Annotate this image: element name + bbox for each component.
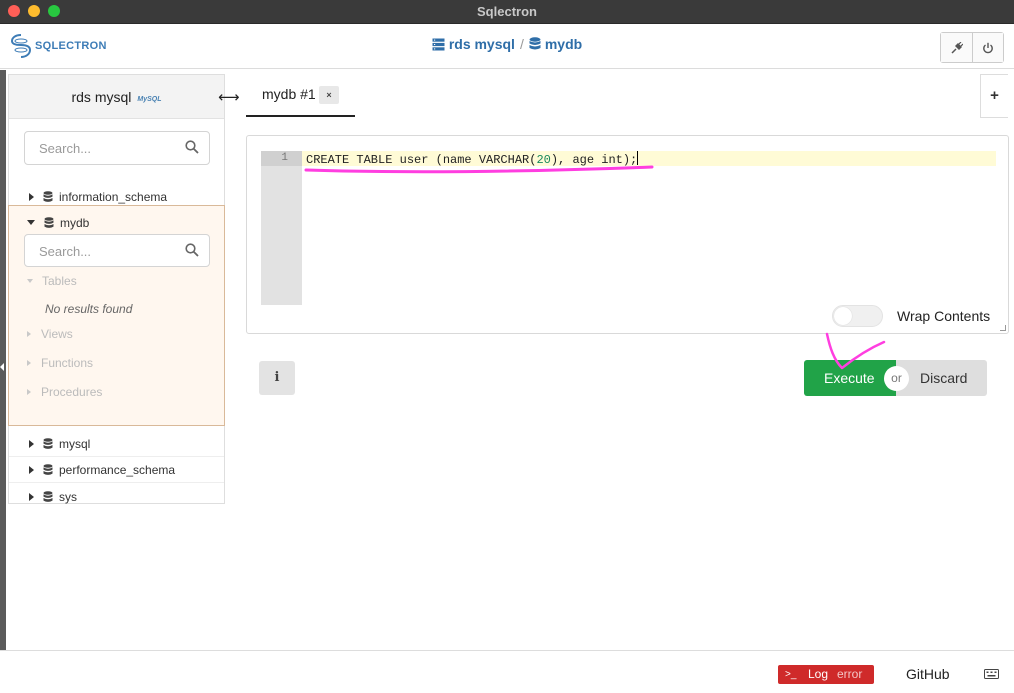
database-name: mydb	[60, 215, 90, 230]
disconnect-button[interactable]	[941, 33, 972, 62]
expand-caret-icon	[27, 360, 31, 366]
breadcrumb-database[interactable]: mydb	[545, 36, 582, 52]
database-icon	[43, 464, 53, 475]
sidebar-server-header: rds mysql MySQL	[9, 75, 224, 119]
search-placeholder: Search...	[39, 141, 92, 156]
add-tab-button[interactable]: +	[980, 74, 1008, 118]
database-name: performance_schema	[59, 463, 176, 477]
code-line[interactable]: CREATE TABLE user (name VARCHAR(20), age…	[302, 151, 996, 167]
sidebar-collapse-bar[interactable]	[0, 70, 6, 650]
database-item-selected[interactable]: mydb	[9, 210, 224, 235]
breadcrumb-server[interactable]: rds mysql	[449, 36, 515, 52]
tab-query[interactable]: mydb #1 ×	[246, 74, 355, 117]
keyboard-icon[interactable]	[984, 669, 999, 679]
database-search-input[interactable]: Search...	[24, 131, 210, 165]
discard-button[interactable]: Discard	[896, 360, 987, 396]
wrap-toggle[interactable]	[832, 305, 883, 327]
database-icon	[529, 37, 541, 50]
section-tables[interactable]: Tables	[27, 274, 77, 288]
database-name: mysql	[59, 437, 91, 451]
database-item[interactable]: performance_schema	[9, 458, 224, 483]
database-name: sys	[59, 489, 77, 504]
database-icon	[43, 191, 53, 202]
log-button[interactable]: >_ Log error	[778, 665, 874, 684]
database-icon	[43, 490, 53, 502]
line-number: 1	[261, 151, 302, 166]
expand-caret-icon[interactable]	[29, 440, 34, 448]
query-tab-bar: mydb #1 × +	[246, 74, 1008, 118]
database-item[interactable]: sys	[9, 484, 224, 509]
search-icon	[185, 140, 199, 154]
breadcrumb-separator: /	[519, 36, 524, 52]
expand-caret-icon[interactable]	[29, 193, 34, 201]
log-status: error	[837, 667, 863, 681]
log-label: Log	[808, 667, 829, 681]
query-editor[interactable]: 1 CREATE TABLE user (name VARCHAR(20), a…	[246, 135, 1009, 334]
app-header: SQLECTRON rds mysql / mydb	[0, 24, 1014, 69]
table-search-input[interactable]: Search...	[24, 234, 210, 267]
database-name: information_schema	[59, 190, 168, 204]
server-icon	[432, 38, 445, 51]
section-label: Functions	[41, 356, 94, 370]
mysql-logo: MySQL	[137, 96, 162, 103]
code-text-end: ), age int);	[550, 153, 638, 167]
code-number: 20	[536, 153, 551, 167]
section-procedures[interactable]: Procedures	[27, 385, 102, 399]
line-gutter: 1	[261, 151, 302, 305]
or-separator: or	[884, 366, 909, 391]
title-bar: Sqlectron	[0, 0, 1014, 24]
sidebar-server-name: rds mysql	[71, 88, 132, 105]
search-icon	[185, 243, 199, 257]
section-label: Tables	[42, 274, 77, 288]
code-text: CREATE TABLE user (name VARCHAR(	[306, 153, 537, 167]
expand-caret-icon	[27, 389, 31, 395]
info-button[interactable]: i	[259, 361, 295, 395]
window-title: Sqlectron	[477, 4, 537, 19]
github-link[interactable]: GitHub	[906, 666, 950, 682]
power-icon	[983, 42, 993, 53]
wrap-contents-label: Wrap Contents	[897, 308, 991, 324]
section-functions[interactable]: Functions	[27, 356, 93, 370]
text-cursor	[637, 151, 639, 165]
close-tab-button[interactable]: ×	[319, 86, 339, 104]
terminal-icon: >_	[785, 669, 797, 680]
empty-message: No results found	[45, 302, 133, 316]
database-sidebar: rds mysql MySQL Search... information_sc…	[8, 74, 225, 504]
expand-caret-icon[interactable]	[29, 492, 34, 501]
section-label: Views	[41, 327, 73, 341]
section-label: Procedures	[41, 385, 103, 399]
database-item[interactable]: mysql	[9, 432, 224, 457]
section-views[interactable]: Views	[27, 327, 73, 341]
plug-icon	[950, 41, 963, 54]
editor-resize-handle-icon[interactable]	[1000, 325, 1006, 331]
database-icon	[44, 216, 54, 228]
database-icon	[43, 438, 53, 449]
collapse-arrow-icon[interactable]	[0, 363, 4, 371]
power-button[interactable]	[972, 33, 1003, 62]
header-button-group	[940, 32, 1004, 63]
tab-label: mydb #1	[262, 86, 316, 102]
collapse-caret-icon	[27, 279, 33, 283]
expand-caret-icon	[27, 331, 31, 337]
toggle-knob	[834, 307, 852, 325]
sidebar-resize-handle-icon[interactable]: ⟷	[218, 88, 240, 106]
breadcrumb: rds mysql / mydb	[0, 36, 1014, 52]
expanded-database-panel: mydb Search... Tables No results found V…	[8, 205, 225, 426]
search-placeholder: Search...	[39, 244, 92, 259]
expand-caret-icon[interactable]	[29, 466, 34, 474]
status-footer: >_ Log error GitHub	[0, 650, 1014, 693]
collapse-caret-icon[interactable]	[27, 220, 35, 225]
